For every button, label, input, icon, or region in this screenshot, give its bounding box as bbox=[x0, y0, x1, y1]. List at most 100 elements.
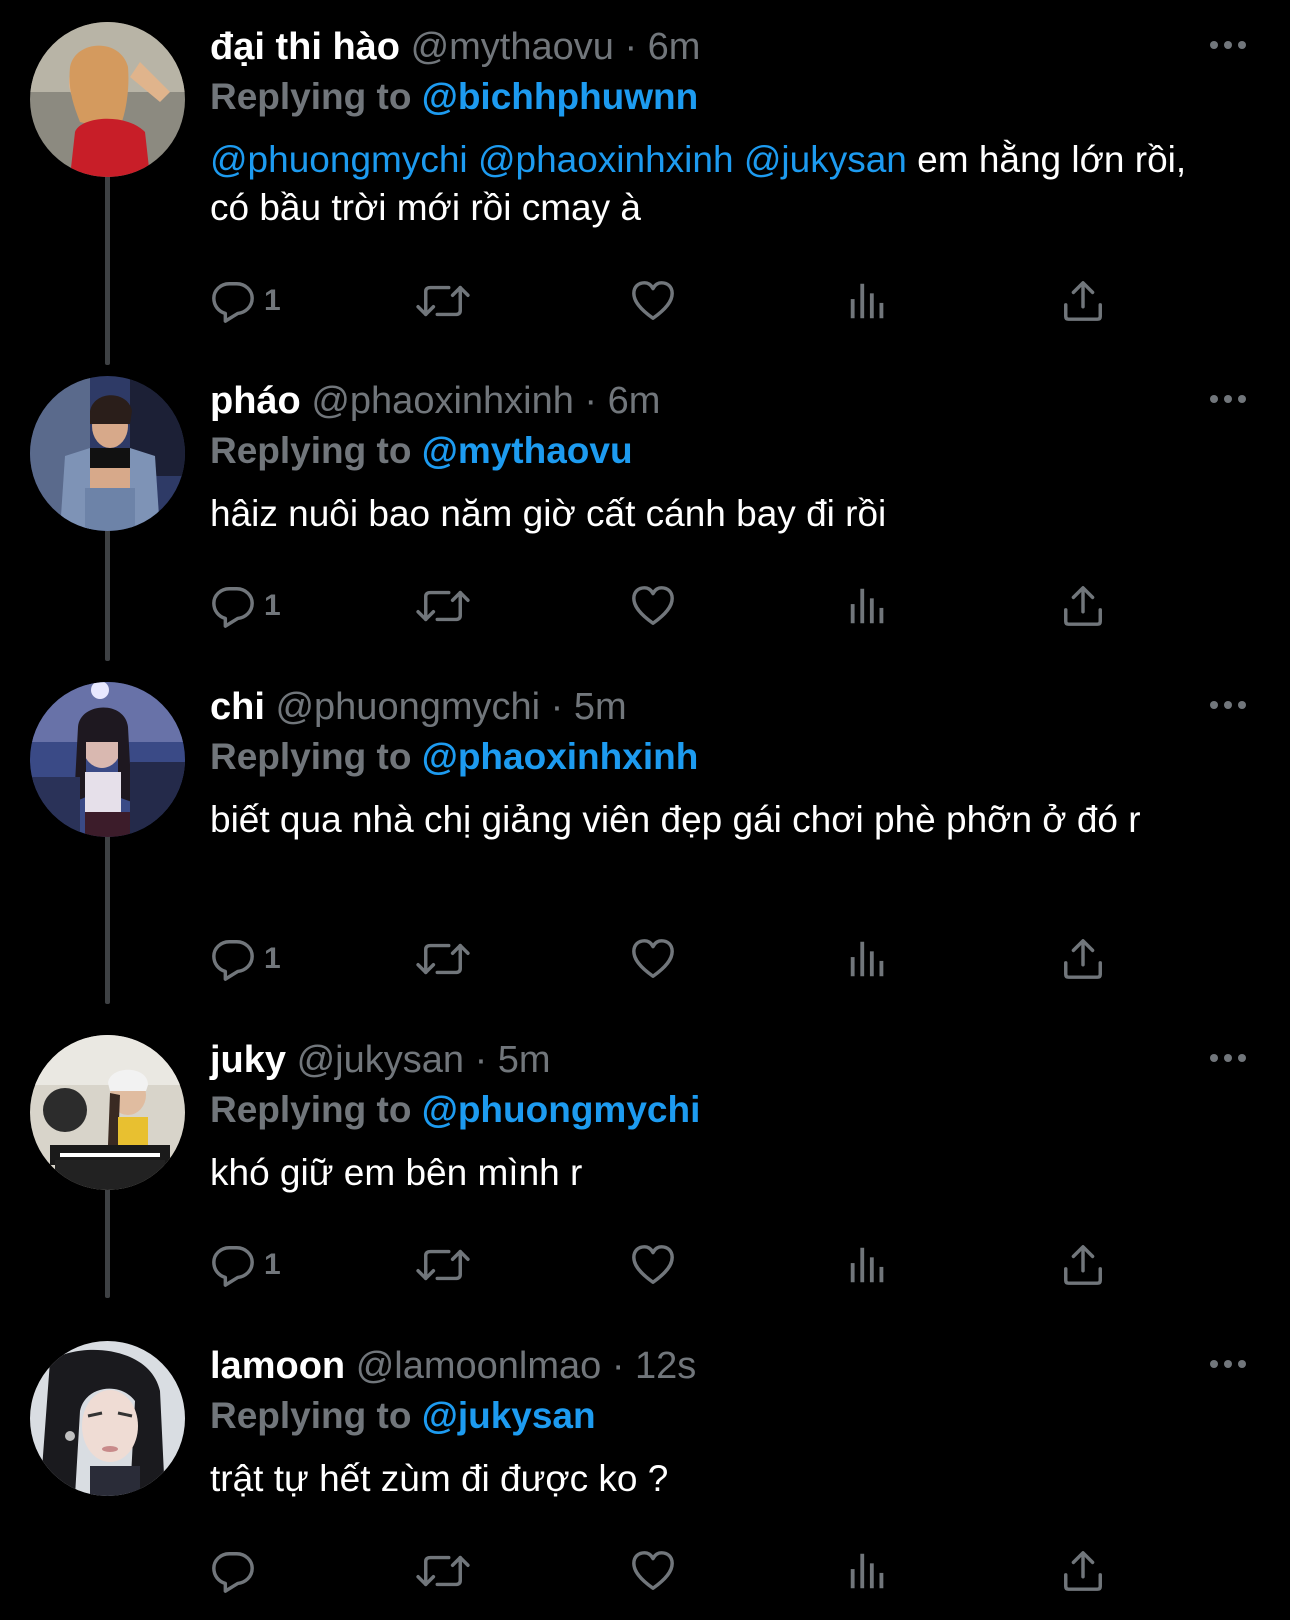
display-name[interactable]: pháo bbox=[210, 380, 301, 422]
thread-connector-line bbox=[105, 175, 110, 365]
reply-button[interactable]: 1 bbox=[210, 1240, 281, 1290]
share-icon bbox=[1060, 1548, 1106, 1594]
display-name[interactable]: chi bbox=[210, 686, 265, 728]
views-icon bbox=[845, 936, 891, 982]
reply-button[interactable]: 1 bbox=[210, 934, 281, 984]
tweet-text: khó giữ em bên mình r bbox=[210, 1152, 583, 1193]
replying-label: Replying to bbox=[210, 736, 412, 777]
reply-icon bbox=[210, 278, 256, 324]
tweet-header: chi @phuongmychi · 5m bbox=[210, 682, 1210, 732]
retweet-icon bbox=[415, 1242, 471, 1288]
retweet-button[interactable] bbox=[415, 934, 471, 984]
more-icon[interactable] bbox=[1208, 30, 1248, 60]
views-icon bbox=[845, 1548, 891, 1594]
retweet-icon bbox=[415, 936, 471, 982]
tweet-content: juky @jukysan · 5m Replying to @phuongmy… bbox=[210, 1035, 1210, 1197]
avatar[interactable] bbox=[30, 1035, 185, 1190]
tweet-header: lamoon @lamoonlmao · 12s bbox=[210, 1341, 1210, 1391]
views-icon bbox=[845, 1242, 891, 1288]
reply-target-link[interactable]: @phuongmychi bbox=[422, 1089, 701, 1130]
reply-thread: đại thi hào @mythaovu · 6m Replying to @… bbox=[0, 0, 1290, 1620]
tweet-header: đại thi hào @mythaovu · 6m bbox=[210, 22, 1210, 72]
avatar[interactable] bbox=[30, 682, 185, 837]
handle-and-time[interactable]: @lamoonlmao · 12s bbox=[356, 1345, 697, 1387]
views-button[interactable] bbox=[845, 276, 891, 326]
replying-to: Replying to @mythaovu bbox=[210, 426, 1210, 476]
reply-count: 1 bbox=[264, 1248, 281, 1281]
display-name[interactable]: lamoon bbox=[210, 1345, 345, 1387]
tweet-text: @phuongmychi @phaoxinhxinh @jukysan em h… bbox=[210, 136, 1200, 232]
like-button[interactable] bbox=[630, 934, 676, 984]
share-button[interactable] bbox=[1060, 934, 1106, 984]
mention-link[interactable]: @phaoxinhxinh bbox=[478, 139, 734, 180]
mention-link[interactable]: @phuongmychi bbox=[210, 139, 468, 180]
replying-to: Replying to @phaoxinhxinh bbox=[210, 732, 1210, 782]
reply-button[interactable]: 1 bbox=[210, 581, 281, 631]
views-button[interactable] bbox=[845, 1546, 891, 1596]
replying-to: Replying to @jukysan bbox=[210, 1391, 1210, 1441]
thread-connector-line bbox=[105, 815, 110, 1004]
reply-target-link[interactable]: @phaoxinhxinh bbox=[422, 736, 699, 777]
avatar[interactable] bbox=[30, 376, 185, 531]
tweet-content: đại thi hào @mythaovu · 6m Replying to @… bbox=[210, 22, 1210, 232]
retweet-icon bbox=[415, 1548, 471, 1594]
thread-connector-line bbox=[105, 518, 110, 661]
share-button[interactable] bbox=[1060, 1240, 1106, 1290]
display-name[interactable]: juky bbox=[210, 1039, 286, 1081]
tweet-content: lamoon @lamoonlmao · 12s Replying to @ju… bbox=[210, 1341, 1210, 1503]
reply-target-link[interactable]: @jukysan bbox=[422, 1395, 596, 1436]
share-button[interactable] bbox=[1060, 581, 1106, 631]
share-icon bbox=[1060, 1242, 1106, 1288]
share-button[interactable] bbox=[1060, 276, 1106, 326]
tweet-actions bbox=[210, 1546, 1140, 1596]
reply-icon bbox=[210, 1548, 256, 1594]
more-icon[interactable] bbox=[1208, 1043, 1248, 1073]
retweet-button[interactable] bbox=[415, 276, 471, 326]
more-icon[interactable] bbox=[1208, 384, 1248, 414]
views-button[interactable] bbox=[845, 581, 891, 631]
handle-and-time[interactable]: @phaoxinhxinh · 6m bbox=[311, 380, 660, 422]
share-icon bbox=[1060, 278, 1106, 324]
more-icon[interactable] bbox=[1208, 1349, 1248, 1379]
like-button[interactable] bbox=[630, 1546, 676, 1596]
like-button[interactable] bbox=[630, 1240, 676, 1290]
like-button[interactable] bbox=[630, 276, 676, 326]
replying-label: Replying to bbox=[210, 76, 412, 117]
tweet-header: juky @jukysan · 5m bbox=[210, 1035, 1210, 1085]
heart-icon bbox=[630, 1548, 676, 1594]
tweet-actions: 1 bbox=[210, 276, 1140, 326]
reply-target-link[interactable]: @bichhphuwnn bbox=[422, 76, 699, 117]
replying-label: Replying to bbox=[210, 1089, 412, 1130]
heart-icon bbox=[630, 936, 676, 982]
tweet-text: trật tự hết zùm đi được ko ? bbox=[210, 1458, 669, 1499]
handle-and-time[interactable]: @phuongmychi · 5m bbox=[275, 686, 626, 728]
views-icon bbox=[845, 278, 891, 324]
reply-button[interactable] bbox=[210, 1546, 264, 1596]
reply-icon bbox=[210, 936, 256, 982]
tweet-actions: 1 bbox=[210, 934, 1140, 984]
share-button[interactable] bbox=[1060, 1546, 1106, 1596]
tweet-actions: 1 bbox=[210, 1240, 1140, 1290]
replying-label: Replying to bbox=[210, 430, 412, 471]
avatar[interactable] bbox=[30, 1341, 185, 1496]
mention-link[interactable]: @jukysan bbox=[744, 139, 907, 180]
retweet-button[interactable] bbox=[415, 581, 471, 631]
like-button[interactable] bbox=[630, 581, 676, 631]
retweet-button[interactable] bbox=[415, 1546, 471, 1596]
views-button[interactable] bbox=[845, 934, 891, 984]
heart-icon bbox=[630, 1242, 676, 1288]
reply-target-link[interactable]: @mythaovu bbox=[422, 430, 633, 471]
more-icon[interactable] bbox=[1208, 690, 1248, 720]
handle-and-time[interactable]: @mythaovu · 6m bbox=[411, 26, 701, 68]
display-name[interactable]: đại thi hào bbox=[210, 26, 400, 68]
reply-count: 1 bbox=[264, 284, 281, 317]
share-icon bbox=[1060, 936, 1106, 982]
reply-button[interactable]: 1 bbox=[210, 276, 281, 326]
heart-icon bbox=[630, 583, 676, 629]
tweet-actions: 1 bbox=[210, 581, 1140, 631]
retweet-button[interactable] bbox=[415, 1240, 471, 1290]
avatar[interactable] bbox=[30, 22, 185, 177]
views-button[interactable] bbox=[845, 1240, 891, 1290]
replying-to: Replying to @bichhphuwnn bbox=[210, 72, 1210, 122]
handle-and-time[interactable]: @jukysan · 5m bbox=[297, 1039, 551, 1081]
